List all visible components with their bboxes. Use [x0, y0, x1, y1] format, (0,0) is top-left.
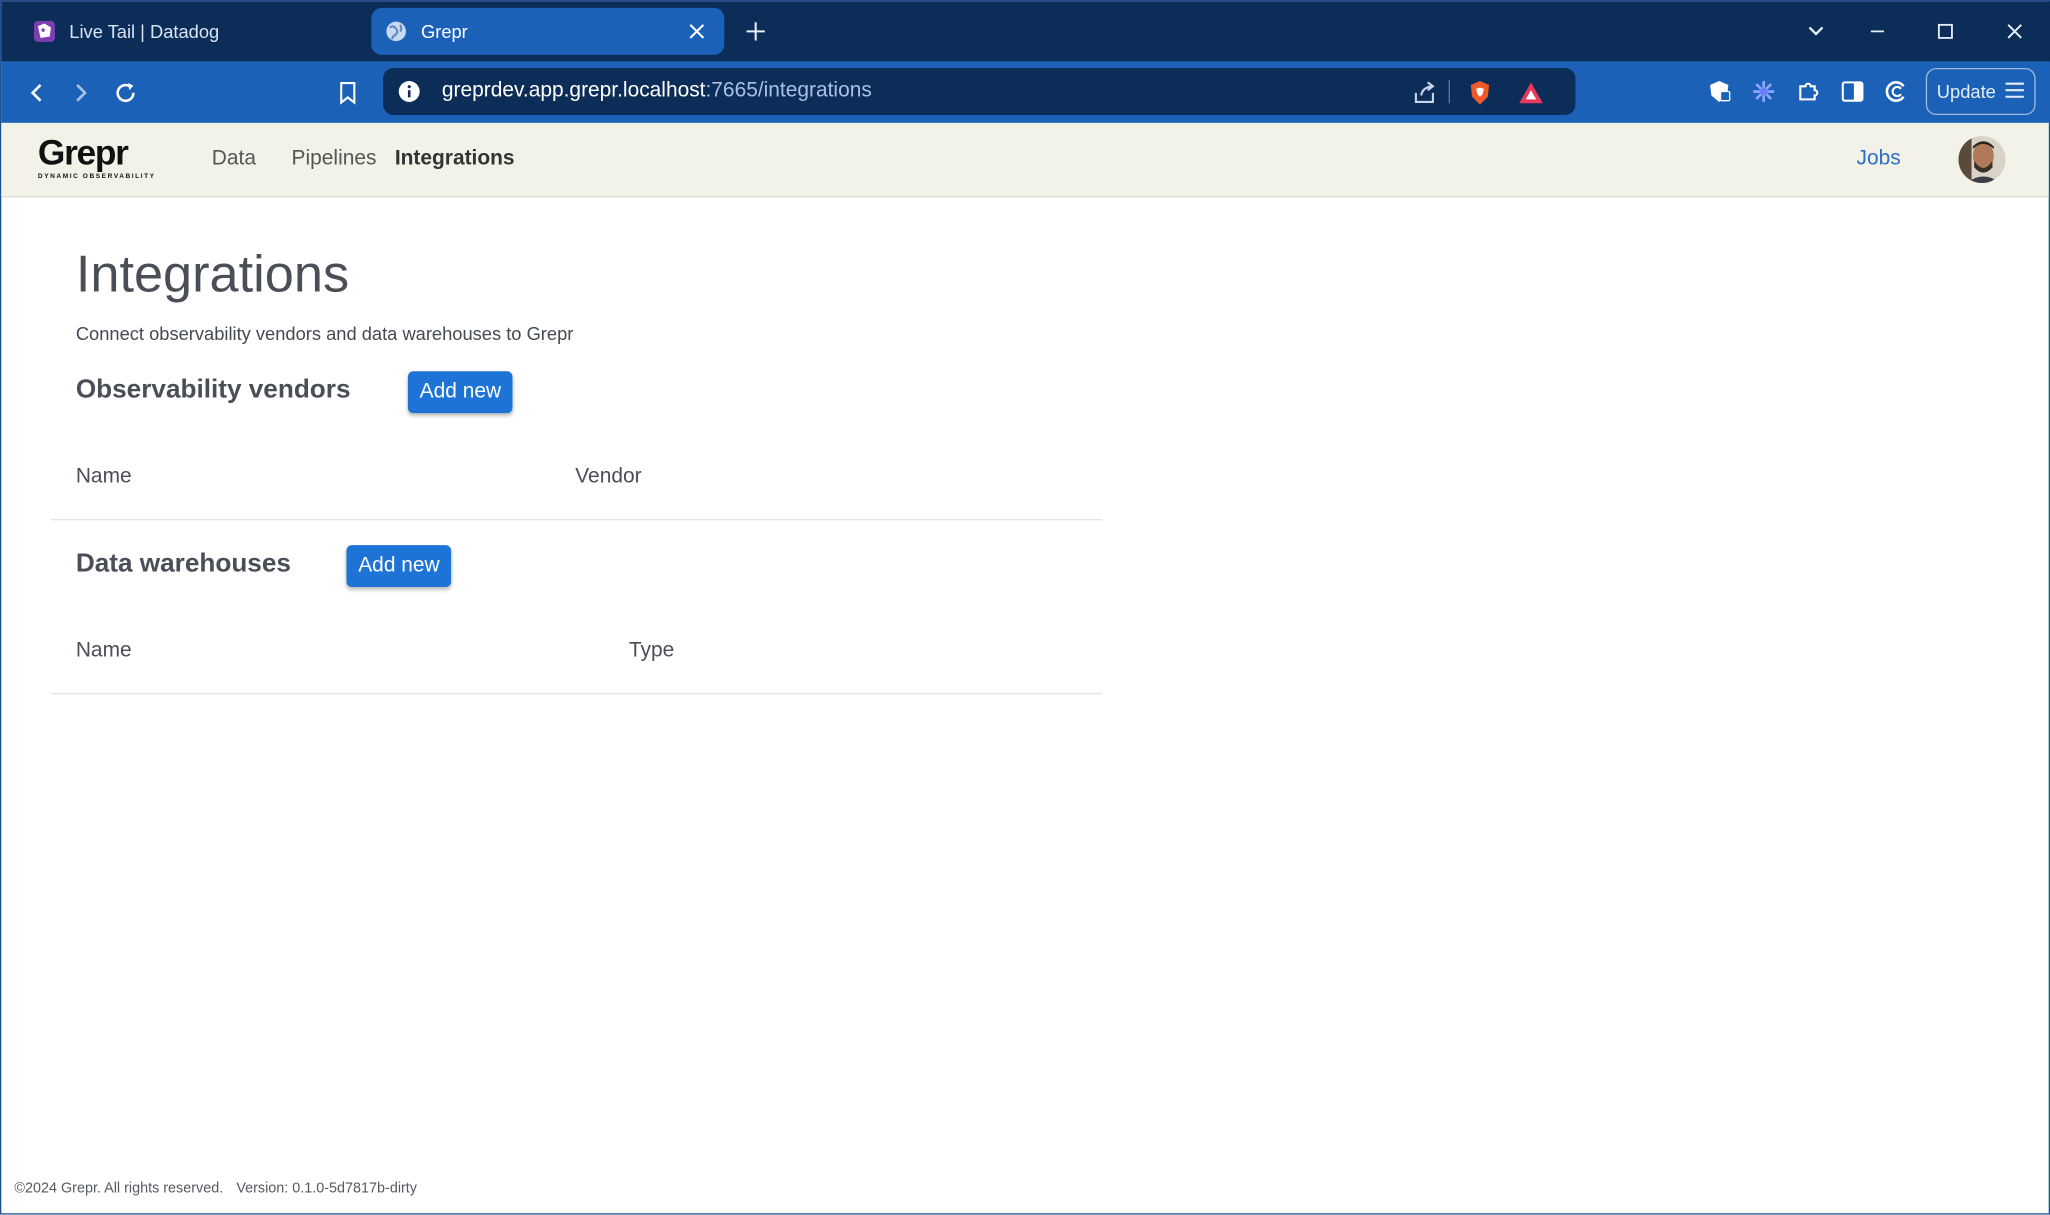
table-divider — [50, 519, 1103, 521]
leo-ai-icon[interactable] — [1883, 77, 1912, 106]
update-button[interactable]: Update — [1925, 67, 2036, 116]
logo-wordmark: Grepr — [37, 133, 129, 173]
address-bar[interactable]: greprdev.app.grepr.localhost:7665/integr… — [383, 67, 1576, 116]
tab-search-chevron-icon[interactable] — [1802, 17, 1831, 46]
nav-integrations[interactable]: Integrations — [395, 148, 515, 172]
brave-rewards-icon[interactable] — [1517, 78, 1546, 107]
reload-icon[interactable] — [107, 75, 144, 112]
page-subtitle: Connect observability vendors and data w… — [75, 322, 574, 344]
data-warehouses-heading: Data warehouses — [75, 549, 291, 578]
vpn-shield-icon[interactable] — [1705, 77, 1734, 106]
logo-tagline: DYNAMIC OBSERVABILITY — [37, 172, 156, 181]
sparkle-extension-icon[interactable] — [1749, 77, 1778, 106]
add-warehouse-button[interactable]: Add new — [346, 545, 452, 588]
share-icon[interactable] — [1411, 78, 1440, 107]
globe-icon — [384, 20, 408, 44]
maximize-icon[interactable] — [1931, 17, 1960, 46]
tab-grepr[interactable]: Grepr — [371, 7, 725, 55]
nav-data[interactable]: Data — [212, 148, 256, 172]
footer: ©2024 Grepr. All rights reserved. Versio… — [14, 1181, 417, 1197]
tab-strip: Live Tail | Datadog Grepr — [1, 1, 2050, 62]
url-path: :7665/integrations — [705, 79, 872, 102]
app-header: Grepr DYNAMIC OBSERVABILITY Data Pipelin… — [1, 122, 2049, 198]
browser-toolbar: greprdev.app.grepr.localhost:7665/integr… — [1, 61, 2050, 123]
version-text: Version: 0.1.0-5d7817b-dirty — [236, 1180, 417, 1197]
window-close-icon[interactable] — [2000, 17, 2029, 46]
brave-shields-icon[interactable] — [1466, 78, 1495, 107]
user-avatar[interactable] — [1958, 135, 2006, 184]
new-tab-button[interactable] — [741, 17, 770, 46]
datadog-icon — [33, 20, 57, 44]
jobs-link[interactable]: Jobs — [1857, 148, 1901, 172]
separator — [1448, 79, 1450, 104]
column-header-type: Type — [628, 639, 675, 662]
nav-pipelines[interactable]: Pipelines — [292, 148, 377, 172]
bookmark-icon[interactable] — [329, 75, 366, 112]
forward-icon[interactable] — [63, 75, 100, 112]
tab-title: Grepr — [420, 20, 468, 42]
observability-vendors-heading: Observability vendors — [75, 375, 351, 404]
column-header-vendor: Vendor — [575, 465, 642, 488]
menu-hamburger-icon — [2004, 80, 2025, 102]
close-icon[interactable] — [685, 20, 709, 44]
update-label: Update — [1936, 81, 1996, 102]
browser-window: Live Tail | Datadog Grepr greprdev.app.g… — [0, 0, 2050, 1215]
tab-live-tail[interactable]: Live Tail | Datadog — [20, 8, 360, 55]
table-divider — [50, 692, 1103, 695]
site-info-icon[interactable] — [395, 77, 424, 106]
column-header-name: Name — [75, 465, 132, 488]
url-host: greprdev.app.grepr.localhost — [441, 79, 706, 102]
grepr-logo[interactable]: Grepr DYNAMIC OBSERVABILITY — [37, 133, 156, 183]
minimize-icon[interactable] — [1863, 17, 1892, 46]
tab-title: Live Tail | Datadog — [69, 20, 220, 42]
back-icon[interactable] — [18, 75, 55, 112]
sidebar-panel-icon[interactable] — [1838, 77, 1867, 106]
copyright-text: ©2024 Grepr. All rights reserved. — [14, 1180, 224, 1197]
column-header-name: Name — [75, 639, 132, 662]
extensions-puzzle-icon[interactable] — [1794, 77, 1823, 106]
page-title: Integrations — [75, 245, 350, 304]
add-vendor-button[interactable]: Add new — [407, 371, 513, 414]
